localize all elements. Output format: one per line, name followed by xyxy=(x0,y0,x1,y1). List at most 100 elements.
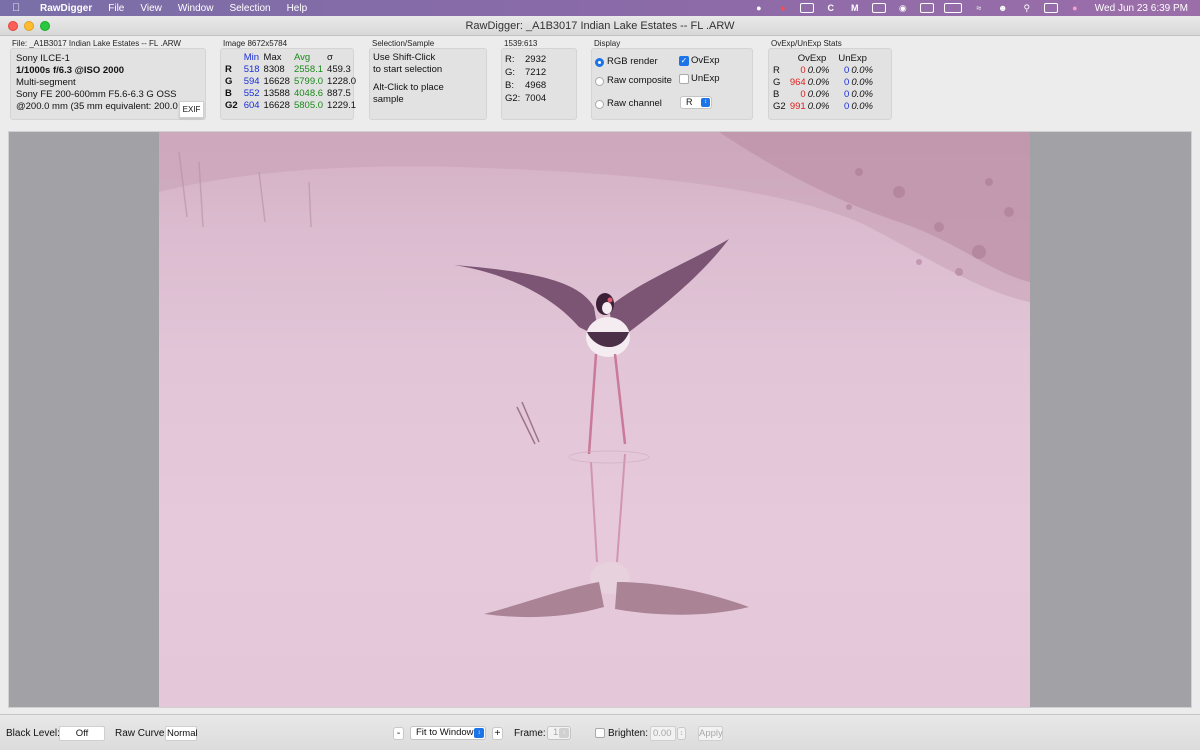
recording-icon[interactable]: ● xyxy=(776,3,790,13)
frame-select[interactable]: 1 ↕ xyxy=(547,726,571,740)
raw-photo[interactable] xyxy=(159,132,1030,707)
search-icon[interactable]: ⚲ xyxy=(1020,3,1034,13)
display-panel: RGB render Raw composite Raw channel ✓ O… xyxy=(591,48,753,120)
menu-view[interactable]: View xyxy=(140,3,162,14)
min-cell: 604 xyxy=(243,100,260,111)
table-row: B 0 0.0% 0 0.0% xyxy=(772,89,874,101)
file-info-panel: Sony ILCE-1 1/1000s f/6.3 @ISO 2000 Mult… xyxy=(10,48,206,120)
brighten-field[interactable]: 0.00 xyxy=(650,726,676,741)
unexp-header: UnExp xyxy=(838,53,867,64)
menu-selection[interactable]: Selection xyxy=(229,3,270,14)
table-row: R 0 0.0% 0 0.0% xyxy=(772,65,874,77)
sigma-cell: 887.5 xyxy=(327,88,351,99)
ovexp-count: 0 xyxy=(800,65,806,76)
apply-button[interactable]: Apply xyxy=(698,726,723,741)
c-app-icon[interactable]: C xyxy=(824,3,838,13)
close-window-button[interactable] xyxy=(8,21,18,31)
file-panel-label: File: _A1B3017 Indian Lake Estates -- FL… xyxy=(12,39,181,48)
unexp-checkbox[interactable] xyxy=(679,74,689,84)
menu-bar:  RawDigger File View Window Selection H… xyxy=(0,0,1200,16)
image-viewport[interactable] xyxy=(8,131,1192,708)
channel-cell: B xyxy=(225,88,232,99)
pixel-channel-value: 4968 xyxy=(525,80,547,91)
table-row: G 594 16628 5799.0 1228.0 xyxy=(223,76,358,88)
play-icon[interactable]: ◉ xyxy=(896,3,910,13)
cursor-coordinates: 1539:613 xyxy=(504,39,538,48)
max-cell: 16628 xyxy=(263,100,290,111)
pixel-channel-label: G: xyxy=(505,67,516,78)
apple-menu-icon[interactable]:  xyxy=(12,2,26,14)
brighten-checkbox[interactable] xyxy=(595,728,605,738)
list-item: G2: 7004 xyxy=(505,93,573,105)
menu-file[interactable]: File xyxy=(108,3,124,14)
ovexp-label[interactable]: OvExp xyxy=(691,55,720,67)
zoom-value: Fit to Window xyxy=(416,727,474,738)
rgb-render-radio[interactable] xyxy=(595,58,604,67)
list-item: G: 7212 xyxy=(505,67,573,79)
control-center-icon[interactable] xyxy=(1043,3,1058,13)
camera-model: Sony ILCE-1 xyxy=(16,53,70,64)
channel-cell: G xyxy=(773,77,781,88)
ovexp-stats-table: OvExp UnExp R 0 0.0% 0 0.0% G 964 0.0% 0… xyxy=(772,53,874,113)
table-row: G2 604 16628 5805.0 1229.1 xyxy=(223,100,358,112)
wifi-icon[interactable]: ≈ xyxy=(972,3,986,13)
unexp-label[interactable]: UnExp xyxy=(691,73,720,85)
zoom-select[interactable]: Fit to Window ↕ xyxy=(410,726,486,740)
stats-header-min: Min xyxy=(243,52,259,63)
film-icon[interactable] xyxy=(799,3,814,13)
window-title: RawDigger: _A1B3017 Indian Lake Estates … xyxy=(465,20,735,32)
channel-cell: R xyxy=(225,64,232,75)
menu-help[interactable]: Help xyxy=(287,3,308,14)
lens-info: Sony FE 200-600mm F5.6-6.3 G OSS xyxy=(16,89,177,100)
zoom-window-button[interactable] xyxy=(40,21,50,31)
table-row: G 964 0.0% 0 0.0% xyxy=(772,77,874,89)
menu-window[interactable]: Window xyxy=(178,3,214,14)
exposure-info: 1/1000s f/6.3 @ISO 2000 xyxy=(16,65,125,76)
channel-cell: G xyxy=(225,76,233,87)
image-stats-panel: Min Max Avg σ R 518 8308 2558.1 459.3 G … xyxy=(220,48,356,120)
brighten-stepper[interactable]: ↕ xyxy=(677,727,686,740)
table-row: R 518 8308 2558.1 459.3 xyxy=(223,64,358,76)
channel-cell: B xyxy=(773,89,780,100)
exif-button[interactable]: EXIF xyxy=(179,101,204,118)
raw-curve-field[interactable]: Normal xyxy=(165,726,198,741)
ovexp-header: OvExp xyxy=(797,53,827,64)
ovexp-checkbox[interactable]: ✓ xyxy=(679,56,689,66)
display-panel-label: Display xyxy=(594,39,621,48)
unexp-count: 0 xyxy=(844,89,850,100)
malwarebytes-icon[interactable]: M xyxy=(848,3,862,13)
ovexp-count: 0 xyxy=(800,89,806,100)
stats-header-avg: Avg xyxy=(293,52,311,63)
bottom-toolbar: Black Level: Off Raw Curve: Normal - Fit… xyxy=(0,714,1200,750)
min-cell: 594 xyxy=(243,76,260,87)
raw-channel-radio[interactable] xyxy=(595,100,604,109)
raw-channel-label[interactable]: Raw channel xyxy=(607,98,662,110)
menu-clock[interactable]: Wed Jun 23 6:39 PM xyxy=(1095,3,1188,14)
unexp-count: 0 xyxy=(844,77,850,88)
selection-panel: Use Shift-Click to start selection Alt-C… xyxy=(369,48,487,120)
rgb-render-label[interactable]: RGB render xyxy=(607,56,658,68)
list-item: R: 2932 xyxy=(505,54,573,66)
keyboard-icon[interactable] xyxy=(919,3,934,13)
unexp-percent: 0.0% xyxy=(851,89,873,100)
frame-label: Frame: xyxy=(514,728,546,739)
minimize-window-button[interactable] xyxy=(24,21,34,31)
siri-icon[interactable]: ● xyxy=(1068,3,1082,13)
creative-cloud-icon[interactable]: ● xyxy=(752,3,766,13)
raw-channel-select[interactable]: R ↕ xyxy=(680,96,712,109)
avg-cell: 4048.6 xyxy=(293,88,324,99)
ovexp-panel-label: OvExp/UnExp Stats xyxy=(771,39,842,48)
menu-app[interactable]: RawDigger xyxy=(40,3,92,14)
user-icon[interactable]: ☻ xyxy=(996,3,1010,13)
display-icon[interactable] xyxy=(871,3,886,13)
raw-composite-label[interactable]: Raw composite xyxy=(607,75,672,87)
sample-hint-1: Alt-Click to place xyxy=(373,82,444,93)
avg-cell: 2558.1 xyxy=(293,64,324,75)
raw-composite-radio[interactable] xyxy=(595,77,604,86)
zoom-in-button[interactable]: + xyxy=(492,727,503,740)
battery-icon[interactable] xyxy=(943,3,962,13)
zoom-out-button[interactable]: - xyxy=(393,727,404,740)
channel-cell: G2 xyxy=(773,101,786,112)
black-level-field[interactable]: Off xyxy=(59,726,105,741)
ovexp-percent: 0.0% xyxy=(807,101,830,112)
